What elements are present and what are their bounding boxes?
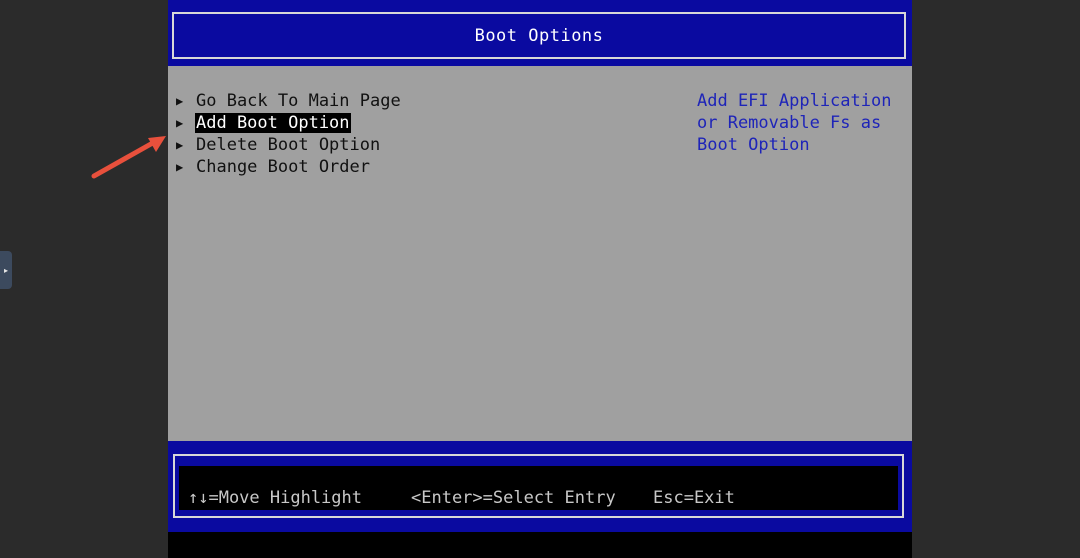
footer-band: ↑↓=Move Highlight <Enter>=Select Entry E… [168,441,912,532]
move-highlight-hint: ↑↓=Move Highlight [188,488,362,508]
annotation-arrow-icon [91,136,166,179]
menu-item-label: Delete Boot Option [196,135,381,155]
submenu-arrow-icon: ▶ [176,160,184,174]
header-frame: Boot Options [172,12,906,59]
page-title: Boot Options [474,25,604,46]
menu-item-change-boot-order[interactable]: ▶ Change Boot Order [176,156,402,178]
bottom-bar [168,532,912,558]
screen: ▸ Boot Options ▶ Go Back To Main Page ▶ … [0,0,1080,558]
expand-chevron-icon: ▸ [3,265,8,275]
menu-item-add-boot-option[interactable]: ▶ Add Boot Option [176,112,402,134]
help-line: or Removable Fs as [697,113,882,133]
select-entry-hint: <Enter>=Select Entry [411,488,616,508]
side-panel-handle[interactable]: ▸ [0,251,12,289]
bios-window: Boot Options ▶ Go Back To Main Page ▶ Ad… [168,0,912,558]
submenu-arrow-icon: ▶ [176,138,184,152]
menu-item-label: Change Boot Order [196,157,370,177]
menu-item-delete-boot-option[interactable]: ▶ Delete Boot Option [176,134,402,156]
help-line: Add EFI Application [697,91,892,111]
footer-frame: ↑↓=Move Highlight <Enter>=Select Entry E… [173,454,904,518]
header-band: Boot Options [168,0,912,66]
submenu-arrow-icon: ▶ [176,116,184,130]
menu-item-go-back[interactable]: ▶ Go Back To Main Page [176,90,402,112]
boot-options-menu: ▶ Go Back To Main Page ▶ Add Boot Option… [176,90,402,178]
help-line: Boot Option [697,135,810,155]
key-hints-bar: ↑↓=Move Highlight <Enter>=Select Entry E… [179,466,898,510]
submenu-arrow-icon: ▶ [176,94,184,108]
exit-hint: Esc=Exit [653,488,735,508]
main-panel: ▶ Go Back To Main Page ▶ Add Boot Option… [168,66,912,441]
menu-item-label: Add Boot Option [195,113,351,133]
help-text: Add EFI Application or Removable Fs as B… [697,90,897,156]
menu-item-label: Go Back To Main Page [196,91,401,111]
